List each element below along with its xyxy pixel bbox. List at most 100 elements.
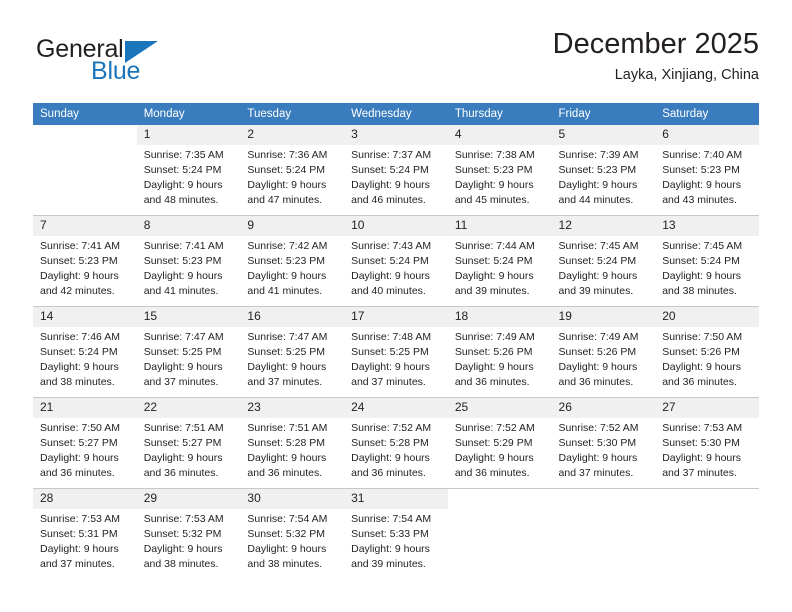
calendar-day-cell[interactable]: 21 Sunrise: 7:50 AM Sunset: 5:27 PM Dayligh… [33, 397, 137, 489]
day-details: Sunrise: 7:46 AM Sunset: 5:24 PM Daylight:… [33, 327, 137, 390]
sunrise-text: Sunrise: 7:49 AM [558, 331, 639, 343]
weekday-header-thursday: Thursday [447, 103, 552, 125]
daylight-text-line2: and 36 minutes. [454, 466, 530, 479]
calendar-week-row: 14 Sunrise: 7:46 AM Sunset: 5:24 PM Dayligh… [33, 306, 759, 398]
daylight-text-line2: and 40 minutes. [351, 284, 426, 297]
day-number: 3 [344, 125, 448, 145]
calendar-day-cell[interactable]: 1 Sunrise: 7:35 AM Sunset: 5:24 PM Daylight… [136, 125, 241, 216]
calendar-day-cell[interactable]: 4 Sunrise: 7:38 AM Sunset: 5:23 PM Daylight… [447, 125, 552, 216]
calendar-day-cell[interactable]: 16 Sunrise: 7:47 AM Sunset: 5:25 PM Dayligh… [240, 306, 345, 398]
sunset-text: Sunset: 5:24 PM [558, 254, 637, 267]
daylight-text-line2: and 41 minutes. [143, 284, 219, 297]
daylight-text-line1: Daylight: 9 hours [351, 451, 430, 464]
calendar-day-cell[interactable]: 18 Sunrise: 7:49 AM Sunset: 5:26 PM Dayligh… [447, 306, 552, 398]
day-cell-inner: 21 Sunrise: 7:50 AM Sunset: 5:27 PM Dayligh… [33, 398, 137, 488]
calendar-day-cell[interactable]: 7 Sunrise: 7:41 AM Sunset: 5:23 PM Daylight… [33, 215, 137, 307]
weekday-header-friday: Friday [551, 103, 656, 125]
day-number: 2 [240, 125, 345, 145]
sunrise-text: Sunrise: 7:54 AM [247, 513, 328, 525]
calendar-day-cell[interactable]: 22 Sunrise: 7:51 AM Sunset: 5:27 PM Dayligh… [136, 397, 241, 489]
daylight-text-line2: and 43 minutes. [662, 193, 737, 206]
calendar-day-cell[interactable]: 24 Sunrise: 7:52 AM Sunset: 5:28 PM Dayligh… [344, 397, 448, 489]
daylight-text-line2: and 38 minutes. [662, 284, 737, 297]
day-details: Sunrise: 7:40 AM Sunset: 5:23 PM Daylight:… [655, 145, 759, 208]
day-number: 12 [551, 216, 656, 236]
daylight-text-line2: and 36 minutes. [558, 375, 634, 388]
sunrise-text: Sunrise: 7:45 AM [558, 240, 639, 252]
sunrise-text: Sunrise: 7:46 AM [40, 331, 120, 343]
daylight-text-line2: and 39 minutes. [351, 557, 426, 570]
day-details: Sunrise: 7:37 AM Sunset: 5:24 PM Daylight:… [344, 145, 448, 208]
day-cell-inner: 22 Sunrise: 7:51 AM Sunset: 5:27 PM Dayligh… [136, 398, 241, 488]
sunset-text: Sunset: 5:33 PM [351, 527, 429, 540]
calendar-day-cell[interactable]: 14 Sunrise: 7:46 AM Sunset: 5:24 PM Dayligh… [33, 306, 137, 398]
daylight-text-line2: and 37 minutes. [40, 557, 115, 570]
calendar-table: Sunday Monday Tuesday Wednesday Thursday… [33, 103, 759, 579]
weekday-header-saturday: Saturday [655, 103, 759, 125]
daylight-text-line1: Daylight: 9 hours [351, 360, 430, 373]
calendar-day-cell[interactable]: 25 Sunrise: 7:52 AM Sunset: 5:29 PM Dayligh… [447, 397, 552, 489]
day-details: Sunrise: 7:43 AM Sunset: 5:24 PM Daylight:… [344, 236, 448, 299]
daylight-text-line1: Daylight: 9 hours [662, 360, 742, 373]
daylight-text-line2: and 36 minutes. [662, 375, 737, 388]
calendar-day-cell[interactable]: 17 Sunrise: 7:48 AM Sunset: 5:25 PM Dayligh… [344, 306, 448, 398]
calendar-day-cell-empty [33, 125, 137, 216]
daylight-text-line1: Daylight: 9 hours [143, 360, 223, 373]
day-number: 11 [447, 216, 552, 236]
calendar-day-cell[interactable]: 11 Sunrise: 7:44 AM Sunset: 5:24 PM Dayligh… [447, 215, 552, 307]
daylight-text-line1: Daylight: 9 hours [247, 360, 327, 373]
calendar-day-cell[interactable]: 3 Sunrise: 7:37 AM Sunset: 5:24 PM Daylight… [344, 125, 448, 216]
calendar-day-cell[interactable]: 28 Sunrise: 7:53 AM Sunset: 5:31 PM Dayligh… [33, 488, 137, 579]
day-details: Sunrise: 7:47 AM Sunset: 5:25 PM Daylight:… [240, 327, 344, 390]
day-number: 21 [33, 398, 137, 418]
calendar-body: 1 Sunrise: 7:35 AM Sunset: 5:24 PM Daylight… [33, 125, 759, 579]
day-number: 27 [655, 398, 759, 418]
calendar-day-cell[interactable]: 6 Sunrise: 7:40 AM Sunset: 5:23 PM Daylight… [655, 125, 759, 216]
daylight-text-line2: and 42 minutes. [40, 284, 115, 297]
calendar-day-cell[interactable]: 19 Sunrise: 7:49 AM Sunset: 5:26 PM Dayligh… [551, 306, 656, 398]
daylight-text-line2: and 37 minutes. [558, 466, 634, 479]
sunset-text: Sunset: 5:29 PM [454, 436, 533, 449]
daylight-text-line1: Daylight: 9 hours [454, 451, 534, 464]
day-cell-inner [552, 489, 656, 579]
calendar-day-cell[interactable]: 5 Sunrise: 7:39 AM Sunset: 5:23 PM Daylight… [551, 125, 656, 216]
calendar-day-cell[interactable]: 27 Sunrise: 7:53 AM Sunset: 5:30 PM Dayligh… [655, 397, 759, 489]
daylight-text-line1: Daylight: 9 hours [558, 178, 638, 191]
calendar-day-cell[interactable]: 30 Sunrise: 7:54 AM Sunset: 5:32 PM Dayligh… [240, 488, 345, 579]
day-details: Sunrise: 7:44 AM Sunset: 5:24 PM Daylight:… [448, 236, 552, 299]
sunrise-text: Sunrise: 7:54 AM [351, 513, 432, 525]
calendar-day-cell[interactable]: 20 Sunrise: 7:50 AM Sunset: 5:26 PM Dayligh… [655, 306, 759, 398]
daylight-text-line1: Daylight: 9 hours [40, 542, 119, 555]
day-details: Sunrise: 7:42 AM Sunset: 5:23 PM Daylight:… [240, 236, 344, 299]
calendar-day-cell[interactable]: 15 Sunrise: 7:47 AM Sunset: 5:25 PM Dayligh… [136, 306, 241, 398]
daylight-text-line1: Daylight: 9 hours [351, 542, 430, 555]
daylight-text-line1: Daylight: 9 hours [558, 451, 638, 464]
day-number: 9 [240, 216, 345, 236]
daylight-text-line1: Daylight: 9 hours [247, 178, 327, 191]
calendar-day-cell[interactable]: 31 Sunrise: 7:54 AM Sunset: 5:33 PM Dayligh… [344, 488, 448, 579]
day-cell-inner: 16 Sunrise: 7:47 AM Sunset: 5:25 PM Dayligh… [240, 307, 345, 397]
calendar-day-cell[interactable]: 23 Sunrise: 7:51 AM Sunset: 5:28 PM Dayligh… [240, 397, 345, 489]
calendar-day-cell[interactable]: 9 Sunrise: 7:42 AM Sunset: 5:23 PM Daylight… [240, 215, 345, 307]
sunset-text: Sunset: 5:24 PM [351, 254, 429, 267]
day-details: Sunrise: 7:36 AM Sunset: 5:24 PM Daylight:… [240, 145, 344, 208]
calendar-day-cell[interactable]: 29 Sunrise: 7:53 AM Sunset: 5:32 PM Dayligh… [136, 488, 241, 579]
day-number: 10 [344, 216, 448, 236]
calendar-day-cell[interactable]: 2 Sunrise: 7:36 AM Sunset: 5:24 PM Daylight… [240, 125, 345, 216]
calendar-day-cell[interactable]: 8 Sunrise: 7:41 AM Sunset: 5:23 PM Daylight… [136, 215, 241, 307]
calendar-day-cell[interactable]: 26 Sunrise: 7:52 AM Sunset: 5:30 PM Dayligh… [551, 397, 656, 489]
daylight-text-line1: Daylight: 9 hours [40, 451, 119, 464]
calendar-day-cell[interactable]: 13 Sunrise: 7:45 AM Sunset: 5:24 PM Dayligh… [655, 215, 759, 307]
day-cell-inner: 8 Sunrise: 7:41 AM Sunset: 5:23 PM Daylight… [136, 216, 241, 306]
daylight-text-line1: Daylight: 9 hours [454, 269, 534, 282]
calendar-day-cell[interactable]: 12 Sunrise: 7:45 AM Sunset: 5:24 PM Dayligh… [551, 215, 656, 307]
calendar-day-cell[interactable]: 10 Sunrise: 7:43 AM Sunset: 5:24 PM Dayligh… [344, 215, 448, 307]
weekday-header-sunday: Sunday [33, 103, 137, 125]
day-number: 17 [344, 307, 448, 327]
day-number: 23 [240, 398, 345, 418]
day-number: 26 [551, 398, 656, 418]
daylight-text-line1: Daylight: 9 hours [454, 178, 534, 191]
page-header: General Blue December 2025 Layka, Xinjia… [33, 28, 759, 98]
day-cell-inner: 28 Sunrise: 7:53 AM Sunset: 5:31 PM Dayligh… [33, 489, 137, 579]
weekday-header-monday: Monday [136, 103, 241, 125]
